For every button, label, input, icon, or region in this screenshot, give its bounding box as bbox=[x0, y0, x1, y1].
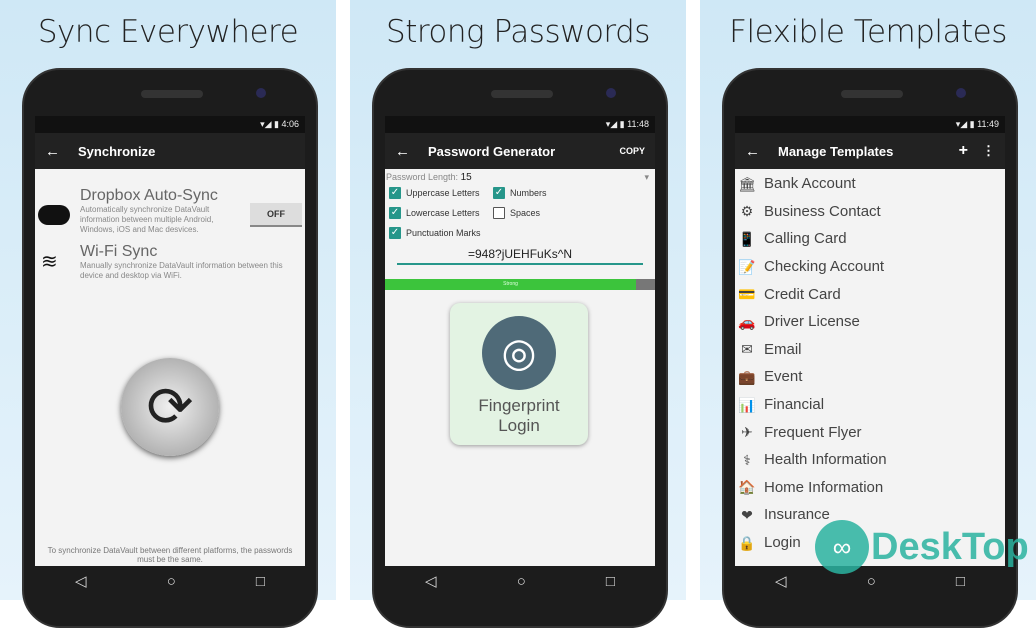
screen: ▾◢ ▮ 4:06 ← Synchronize Dropbox Auto-Sync… bbox=[35, 116, 305, 566]
template-icon: 📝 bbox=[738, 258, 756, 275]
template-label: Driver License bbox=[764, 313, 860, 331]
template-icon: 💼 bbox=[738, 368, 756, 385]
template-label: Email bbox=[764, 340, 802, 358]
template-icon: ✈ bbox=[741, 424, 753, 441]
panel-title: Strong Passwords bbox=[386, 14, 650, 50]
template-item[interactable]: ⚙ Business Contact bbox=[735, 198, 1005, 226]
template-label: Login bbox=[764, 534, 801, 552]
template-icon: ⚙ bbox=[740, 203, 754, 220]
checkbox-spaces[interactable]: Spaces bbox=[493, 207, 593, 219]
template-label: Bank Account bbox=[764, 175, 856, 193]
template-icon: 💳 bbox=[738, 286, 756, 303]
template-label: Calling Card bbox=[764, 230, 847, 248]
template-icon: 🏠 bbox=[738, 479, 756, 496]
back-arrow-icon[interactable]: ← bbox=[45, 143, 60, 160]
panel-title: Sync Everywhere bbox=[37, 14, 299, 50]
nav-home-icon[interactable]: ○ bbox=[867, 573, 876, 590]
template-icon: 📱 bbox=[738, 230, 756, 247]
back-arrow-icon[interactable]: ← bbox=[395, 143, 410, 160]
app-bar-title: Synchronize bbox=[78, 143, 156, 159]
panel-sync: Sync Everywhere ▾◢ ▮ 4:06 ← Synchronize D… bbox=[0, 0, 336, 628]
dropdown-icon: ▾ bbox=[644, 172, 649, 182]
template-item[interactable]: 🚗 Driver License bbox=[735, 308, 1005, 336]
template-label: Health Information bbox=[764, 451, 887, 469]
password-length-select[interactable]: Password Length: 15 ▾ bbox=[385, 169, 655, 183]
password-field[interactable]: =948?jUEHFuKs^N bbox=[397, 247, 643, 265]
template-item[interactable]: ✈ Frequent Flyer bbox=[735, 418, 1005, 446]
nav-recents-icon[interactable]: □ bbox=[256, 573, 265, 590]
panel-title: Flexible Templates bbox=[729, 14, 1007, 50]
template-item[interactable]: 📝 Checking Account bbox=[735, 253, 1005, 281]
nav-back-icon[interactable]: ◁ bbox=[75, 572, 87, 590]
template-label: Business Contact bbox=[764, 202, 881, 220]
template-item[interactable]: 📱 Calling Card bbox=[735, 225, 1005, 253]
template-label: Frequent Flyer bbox=[764, 423, 862, 441]
screen: ▾◢ ▮ 11:49 ← Manage Templates + ⋮ 🏛 Bank Acc… bbox=[735, 116, 1005, 566]
app-bar-title: Password Generator bbox=[428, 143, 556, 159]
back-arrow-icon[interactable]: ← bbox=[745, 143, 760, 160]
template-label: Financial bbox=[764, 396, 825, 414]
nav-back-icon[interactable]: ◁ bbox=[775, 572, 787, 590]
item-title: Wi-Fi Sync bbox=[80, 243, 158, 260]
panel-passwords: Strong Passwords ▾◢ ▮ 11:48 ← Password Ge… bbox=[350, 0, 686, 628]
template-icon: 🚗 bbox=[738, 313, 756, 330]
sync-icon: ⟳ bbox=[146, 375, 194, 438]
add-icon[interactable]: + bbox=[959, 142, 968, 160]
template-icon: ❤ bbox=[741, 506, 753, 523]
template-item[interactable]: 💼 Event bbox=[735, 363, 1005, 391]
more-icon[interactable]: ⋮ bbox=[982, 143, 995, 159]
checkbox-numbers[interactable]: ✓ Numbers bbox=[493, 187, 593, 199]
copy-button[interactable]: COPY bbox=[619, 146, 645, 156]
cloud-icon bbox=[38, 205, 70, 225]
nav-bar: ◁ ○ □ bbox=[35, 566, 305, 596]
checkbox-punctuation[interactable]: ✓ Punctuation Marks bbox=[389, 227, 489, 239]
app-bar: ← Synchronize bbox=[35, 133, 305, 169]
template-icon: 🔒 bbox=[738, 534, 756, 551]
item-desc: Automatically synchronize DataVault info… bbox=[80, 205, 214, 234]
template-icon: ✉ bbox=[741, 341, 753, 358]
status-bar: ▾◢ ▮ 4:06 bbox=[35, 116, 305, 133]
app-bar: ← Manage Templates + ⋮ bbox=[735, 133, 1005, 169]
template-label: Event bbox=[764, 368, 803, 386]
item-title: Dropbox Auto-Sync bbox=[80, 187, 218, 204]
template-icon: 🏛 bbox=[738, 175, 756, 192]
wifi-icon: ≋ bbox=[41, 251, 58, 273]
template-label: Home Information bbox=[764, 478, 884, 496]
template-label: Checking Account bbox=[764, 258, 885, 276]
nav-recents-icon[interactable]: □ bbox=[606, 573, 615, 590]
fingerprint-login-button[interactable]: ◎ Fingerprint Login bbox=[450, 303, 588, 445]
sync-button[interactable]: ⟳ bbox=[121, 358, 219, 456]
nav-home-icon[interactable]: ○ bbox=[517, 573, 526, 590]
dropbox-toggle[interactable]: OFF bbox=[250, 203, 302, 227]
template-label: Credit Card bbox=[764, 285, 841, 303]
status-bar: ▾◢ ▮ 11:48 bbox=[385, 116, 655, 133]
wifi-sync-item[interactable]: ≋ Wi-Fi Sync Manually synchronize DataVa… bbox=[35, 243, 305, 281]
footer-note: To synchronize DataVault between differe… bbox=[47, 546, 293, 564]
watermark-logo: ∞ DeskTop bbox=[815, 520, 1029, 574]
panel-templates: Flexible Templates ▾◢ ▮ 11:49 ← Manage Te… bbox=[700, 0, 1036, 628]
template-item[interactable]: 📊 Financial bbox=[735, 391, 1005, 419]
fingerprint-icon: ◎ bbox=[482, 316, 556, 390]
template-item[interactable]: 💳 Credit Card bbox=[735, 280, 1005, 308]
item-desc: Manually synchronize DataVault informati… bbox=[80, 261, 283, 280]
screen: ▾◢ ▮ 11:48 ← Password Generator COPY Passw… bbox=[385, 116, 655, 566]
nav-bar: ◁ ○ □ bbox=[385, 566, 655, 596]
nav-home-icon[interactable]: ○ bbox=[167, 573, 176, 590]
app-bar-title: Manage Templates bbox=[778, 143, 894, 159]
checkbox-uppercase[interactable]: ✓ Uppercase Letters bbox=[389, 187, 489, 199]
checkbox-lowercase[interactable]: ✓ Lowercase Letters bbox=[389, 207, 489, 219]
template-icon: 📊 bbox=[738, 396, 756, 413]
strength-bar: Strong bbox=[385, 279, 655, 290]
template-item[interactable]: ✉ Email bbox=[735, 336, 1005, 364]
template-icon: ⚕ bbox=[743, 451, 751, 468]
status-bar: ▾◢ ▮ 11:49 bbox=[735, 116, 1005, 133]
dropbox-sync-item[interactable]: Dropbox Auto-Sync Automatically synchron… bbox=[35, 187, 305, 235]
template-item[interactable]: ⚕ Health Information bbox=[735, 446, 1005, 474]
nav-recents-icon[interactable]: □ bbox=[956, 573, 965, 590]
template-item[interactable]: 🏛 Bank Account bbox=[735, 170, 1005, 198]
app-bar: ← Password Generator COPY bbox=[385, 133, 655, 169]
template-item[interactable]: 🏠 Home Information bbox=[735, 474, 1005, 502]
nav-back-icon[interactable]: ◁ bbox=[425, 572, 437, 590]
